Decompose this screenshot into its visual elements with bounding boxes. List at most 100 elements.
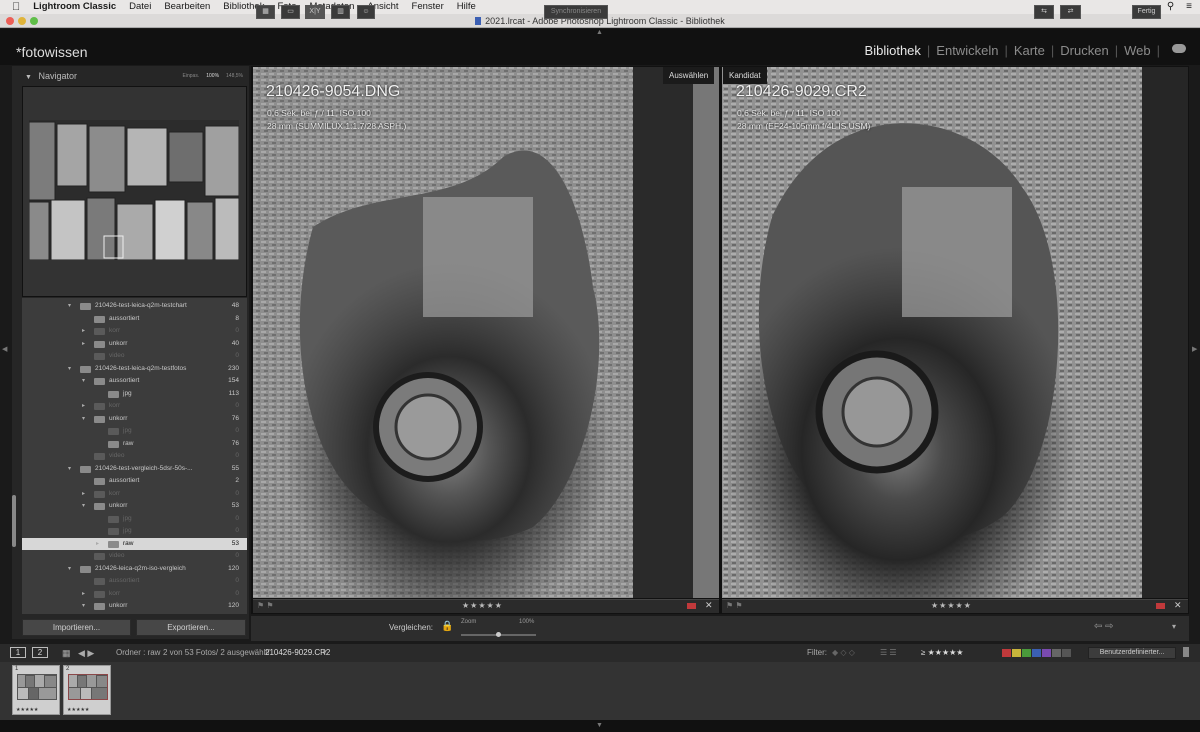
folder-row[interactable]: ▾ 210426-test-leica-q2m-testfotos 230 xyxy=(22,363,247,375)
cloud-sync-icon[interactable] xyxy=(1172,44,1186,53)
menu-bearbeiten[interactable]: Bearbeiten xyxy=(164,0,210,14)
panel-toggle-bottom-icon[interactable]: ▼ xyxy=(596,722,603,729)
module-drucken[interactable]: Drucken xyxy=(1054,43,1114,58)
left-panel-scrollbar[interactable] xyxy=(12,495,16,547)
compare-view-button[interactable]: X|Y xyxy=(305,5,325,19)
folder-row[interactable]: jpg 0 xyxy=(22,425,247,437)
folder-row[interactable]: ▾ aussortiert 154 xyxy=(22,375,247,387)
navigator-thumbnail[interactable] xyxy=(29,120,239,260)
folder-row[interactable]: ▸ korr 0 xyxy=(22,325,247,337)
folder-row[interactable]: ▸ korr 0 xyxy=(22,400,247,412)
custom-filter-dropdown[interactable]: Benutzerdefinierter... xyxy=(1088,647,1176,659)
close-candidate-icon[interactable]: ✕ xyxy=(1174,600,1182,611)
disclosure-triangle-icon[interactable]: ▸ xyxy=(82,325,85,337)
zoom-window-button[interactable] xyxy=(30,17,38,25)
flag-icon[interactable]: ⚑ ⚑ xyxy=(726,601,743,610)
disclosure-triangle-icon[interactable]: ▾ xyxy=(68,300,71,312)
disclosure-triangle-icon[interactable]: ▾ xyxy=(82,500,85,512)
disclosure-triangle-icon[interactable]: ▸ xyxy=(82,488,85,500)
menu-fenster[interactable]: Fenster xyxy=(412,0,444,14)
rating-filter[interactable]: ≥ ★★★★★ xyxy=(921,644,963,662)
flag-filter-icon[interactable]: ◆ ◇ ◇ xyxy=(832,644,855,662)
menu-app[interactable]: Lightroom Classic xyxy=(33,0,116,14)
lock-icon[interactable]: 🔒 xyxy=(441,621,453,632)
folder-row[interactable]: ▸ korr 0 xyxy=(22,588,247,600)
folder-row[interactable]: jpg 113 xyxy=(22,388,247,400)
color-swatch[interactable] xyxy=(1002,649,1011,657)
disclosure-triangle-icon[interactable]: ▾ xyxy=(82,375,85,387)
disclosure-triangle-icon[interactable]: ▸ xyxy=(82,588,85,600)
zoom-custom-option[interactable]: 148,5% xyxy=(226,68,243,84)
import-button[interactable]: Importieren... xyxy=(22,619,131,636)
filmstrip-thumb[interactable]: 1 ★★★★★ xyxy=(12,665,60,715)
select-rating[interactable]: ★★★★★ xyxy=(462,601,503,610)
color-label-icon[interactable] xyxy=(1156,603,1165,609)
folder-row[interactable]: raw 76 xyxy=(22,438,247,450)
color-swatch[interactable] xyxy=(1022,649,1031,657)
color-swatch[interactable] xyxy=(1032,649,1041,657)
close-select-icon[interactable]: ✕ xyxy=(705,600,713,611)
collapse-triangle-icon[interactable]: ▼ xyxy=(25,74,32,81)
bottom-panel-toggle[interactable]: ▼ xyxy=(0,720,1200,732)
folder-row[interactable]: ▾ unkorr 120 xyxy=(22,600,247,612)
module-bibliothek[interactable]: Bibliothek xyxy=(859,43,927,58)
close-window-button[interactable] xyxy=(6,17,14,25)
disclosure-triangle-icon[interactable]: ▸ xyxy=(96,538,99,550)
color-swatch[interactable] xyxy=(1012,649,1021,657)
color-swatch[interactable] xyxy=(1062,649,1071,657)
folder-row[interactable]: ▸ unkorr 40 xyxy=(22,338,247,350)
swap-icon[interactable]: ⇆ xyxy=(1034,5,1054,19)
export-button[interactable]: Exportieren... xyxy=(136,619,246,636)
apple-menu-icon[interactable]:  xyxy=(12,0,20,14)
navigator-header[interactable]: ▼ Navigator Einpas. 100% 148,5% xyxy=(22,68,247,84)
folder-row[interactable]: jpg 0 xyxy=(22,513,247,525)
menu-list-icon[interactable]: ≡ xyxy=(1186,0,1192,14)
disclosure-triangle-icon[interactable]: ▸ xyxy=(82,338,85,350)
disclosure-triangle-icon[interactable]: ▸ xyxy=(82,400,85,412)
right-panel-toggle-icon[interactable]: ▶ xyxy=(1192,345,1197,353)
folder-row[interactable]: video 0 xyxy=(22,550,247,562)
folder-row[interactable]: aussortiert 2 xyxy=(22,475,247,487)
select-photo[interactable] xyxy=(253,67,719,598)
module-entwickeln[interactable]: Entwickeln xyxy=(930,43,1004,58)
search-icon[interactable]: ⚲ xyxy=(1167,0,1174,14)
filter-lock-icon[interactable] xyxy=(1183,647,1189,657)
color-filter[interactable] xyxy=(1002,649,1071,657)
disclosure-triangle-icon[interactable]: ▾ xyxy=(82,413,85,425)
disclosure-triangle-icon[interactable]: ▾ xyxy=(68,563,71,575)
make-select-icon[interactable]: ⇄ xyxy=(1060,5,1081,19)
panel-toggle-top-icon[interactable]: ▲ xyxy=(596,29,603,36)
color-swatch[interactable] xyxy=(1042,649,1051,657)
candidate-rating[interactable]: ★★★★★ xyxy=(931,601,972,610)
sync-button[interactable]: Synchronisieren xyxy=(544,5,608,19)
done-button[interactable]: Fertig xyxy=(1132,5,1161,19)
zoom-slider-handle[interactable] xyxy=(496,632,501,637)
folder-row[interactable]: ▾ unkorr 76 xyxy=(22,413,247,425)
grid-icon[interactable]: ▦ xyxy=(62,644,71,662)
menu-datei[interactable]: Datei xyxy=(129,0,151,14)
folder-row[interactable]: video 0 xyxy=(22,350,247,362)
left-panel-toggle-icon[interactable]: ◀ xyxy=(2,345,7,353)
menu-hilfe[interactable]: Hilfe xyxy=(457,0,476,14)
candidate-photo[interactable] xyxy=(722,67,1188,598)
folder-row[interactable]: ▾ 210426-test-leica-q2m-testchart 48 xyxy=(22,300,247,312)
disclosure-triangle-icon[interactable]: ▾ xyxy=(68,363,71,375)
prev-next-icon[interactable]: ⇦ ⇨ xyxy=(1094,621,1114,632)
folder-row[interactable]: ▾ 210426-leica-q2m-iso-vergleich 120 xyxy=(22,563,247,575)
folder-row[interactable]: jpg 0 xyxy=(22,525,247,537)
folder-row[interactable]: aussortiert 8 xyxy=(22,313,247,325)
window-2-button[interactable]: 2 xyxy=(32,647,48,658)
flag-icon[interactable]: ⚑ ⚑ xyxy=(257,601,274,610)
folder-row[interactable]: aussortiert 0 xyxy=(22,575,247,587)
window-1-button[interactable]: 1 xyxy=(10,647,26,658)
grid-view-icon[interactable]: ▦ xyxy=(256,5,275,19)
module-web[interactable]: Web xyxy=(1118,43,1157,58)
color-swatch[interactable] xyxy=(1052,649,1061,657)
loupe-view-icon[interactable]: ▭ xyxy=(281,5,300,19)
color-label-icon[interactable] xyxy=(687,603,696,609)
minimize-window-button[interactable] xyxy=(18,17,26,25)
folder-row[interactable]: ▸ raw 53 xyxy=(22,537,247,550)
module-karte[interactable]: Karte xyxy=(1008,43,1051,58)
edit-filter-icon[interactable]: ☰ ☰ xyxy=(880,644,897,662)
survey-view-icon[interactable]: ▥ xyxy=(331,5,350,19)
